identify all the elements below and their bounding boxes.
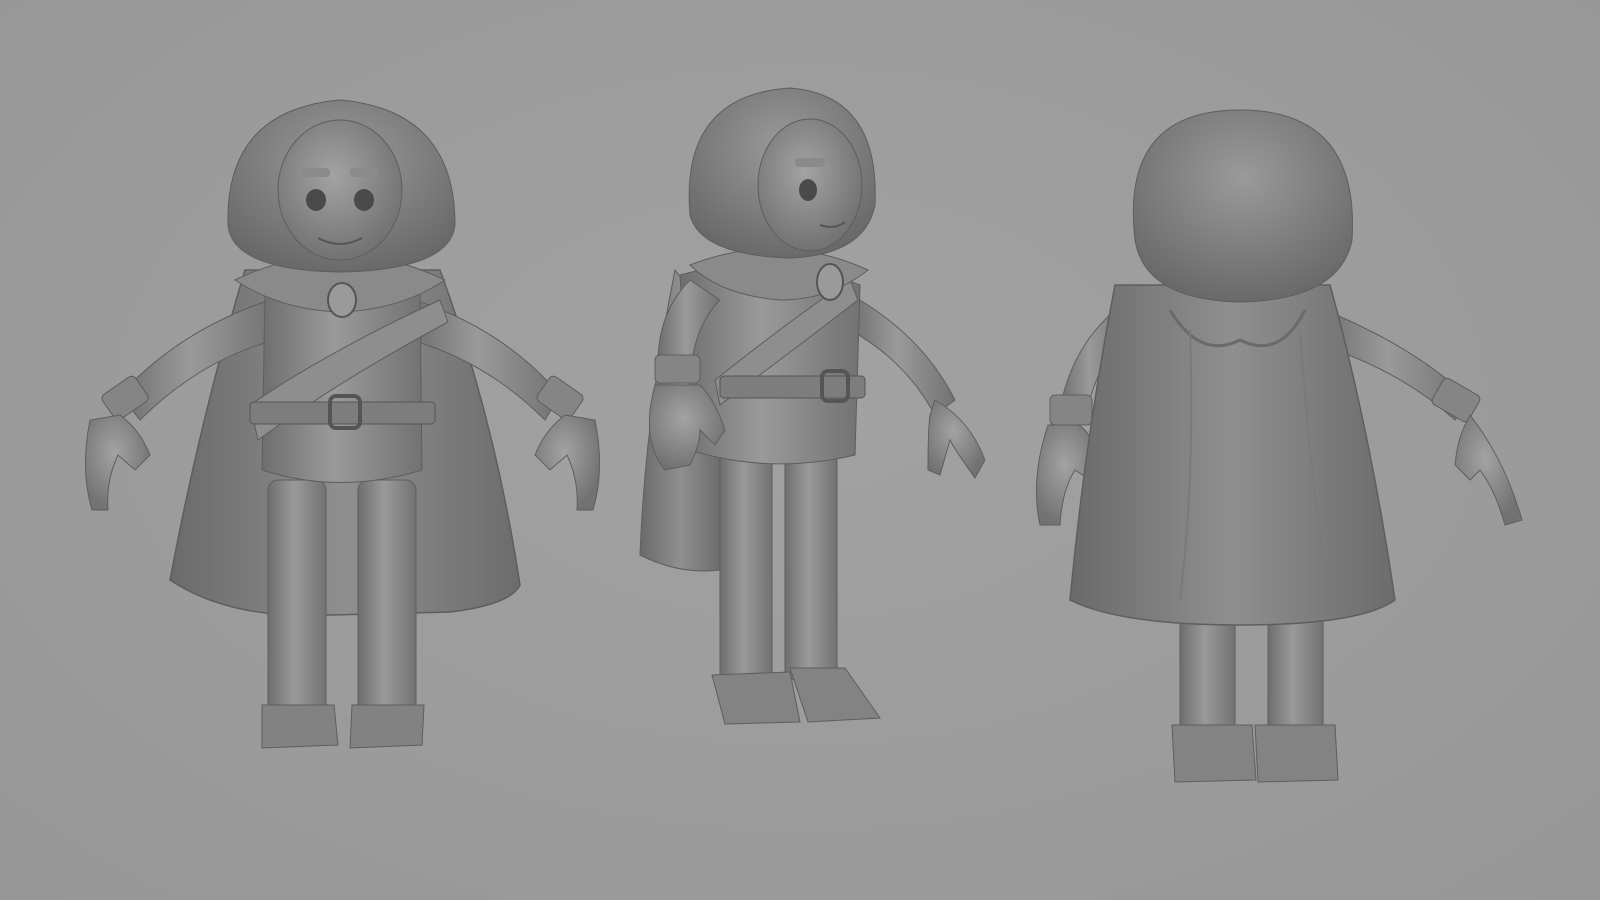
3d-viewport[interactable] xyxy=(0,0,1600,900)
character-turnaround xyxy=(85,87,1523,783)
back-view xyxy=(1035,109,1523,783)
front-view xyxy=(85,99,600,749)
three-quarter-view xyxy=(639,87,986,725)
